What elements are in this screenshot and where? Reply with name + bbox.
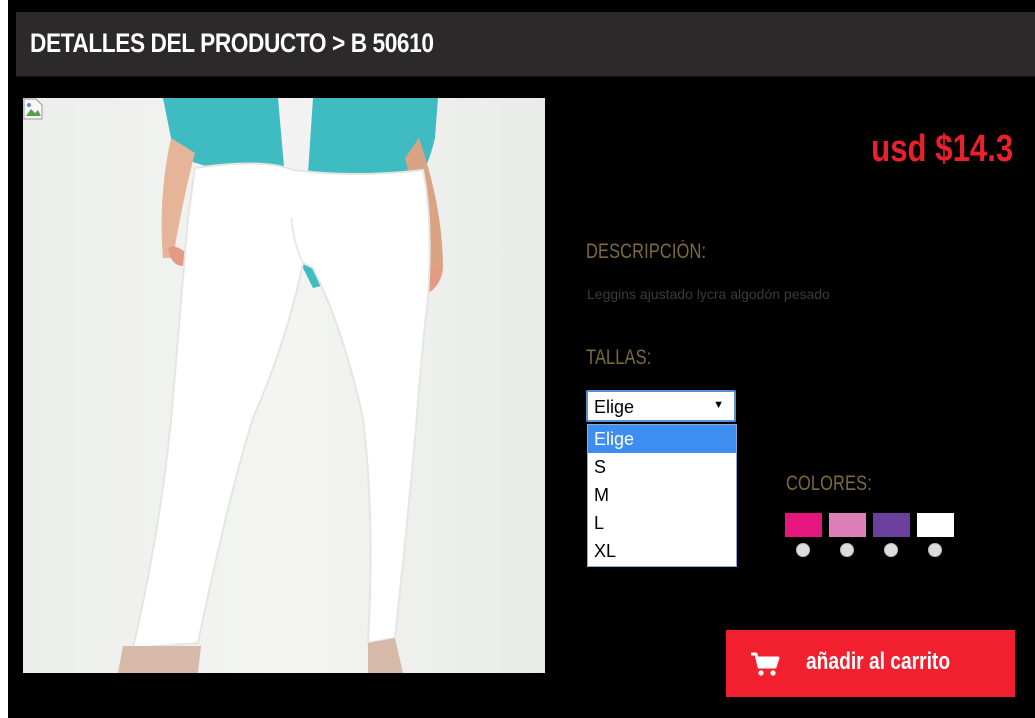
- color-swatch[interactable]: [917, 513, 954, 537]
- colors-label: COLORES:: [786, 472, 872, 495]
- product-image: [23, 98, 545, 673]
- color-radio[interactable]: [928, 543, 942, 557]
- page-header: DETALLES DEL PRODUCTO > B 50610: [16, 12, 1035, 77]
- size-dropdown-list: Elige S M L XL: [587, 424, 737, 567]
- size-select-value: Elige: [594, 397, 635, 417]
- size-option[interactable]: XL: [588, 537, 736, 565]
- color-radio[interactable]: [840, 543, 854, 557]
- page-title: DETALLES DEL PRODUCTO > B 50610: [30, 28, 434, 58]
- product-description: Leggins ajustado lycra algodón pesado: [587, 286, 830, 302]
- color-option[interactable]: [829, 513, 867, 563]
- size-option[interactable]: Elige: [588, 425, 736, 453]
- color-swatches: [785, 513, 955, 563]
- add-to-cart-button[interactable]: añadir al carrito: [726, 630, 1015, 697]
- size-option[interactable]: L: [588, 509, 736, 537]
- description-label: DESCRIPCIÓN:: [586, 240, 707, 263]
- color-radio[interactable]: [884, 543, 898, 557]
- size-select[interactable]: Elige ▼: [586, 390, 736, 422]
- sizes-label: TALLAS:: [586, 346, 652, 369]
- chevron-down-icon: ▼: [713, 399, 724, 411]
- size-option[interactable]: M: [588, 481, 736, 509]
- color-option[interactable]: [917, 513, 955, 563]
- color-swatch[interactable]: [873, 513, 910, 537]
- color-radio[interactable]: [796, 543, 810, 557]
- color-swatch[interactable]: [785, 513, 822, 537]
- product-photo-illustration: [118, 98, 443, 673]
- color-swatch[interactable]: [829, 513, 866, 537]
- color-option[interactable]: [873, 513, 911, 563]
- product-price: usd $14.3: [870, 128, 1013, 170]
- broken-image-icon: [23, 98, 43, 120]
- color-option[interactable]: [785, 513, 823, 563]
- shopping-cart-icon: [751, 652, 780, 676]
- size-option[interactable]: S: [588, 453, 736, 481]
- add-to-cart-label: añadir al carrito: [806, 648, 951, 675]
